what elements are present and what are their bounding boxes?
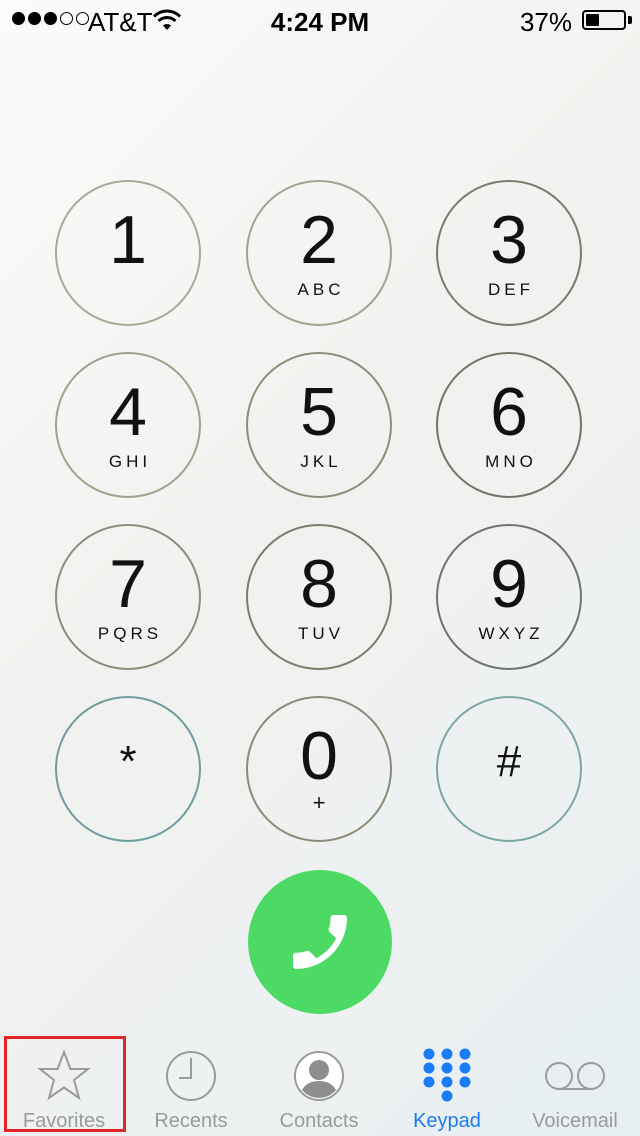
key-8[interactable]: 8 TUV [246, 524, 392, 670]
key-letters: ABC [297, 280, 345, 299]
key-letters: WXYZ [478, 624, 544, 643]
key-letters: DEF [488, 280, 534, 299]
key-digit: * [119, 737, 137, 786]
tab-label: Contacts [279, 1110, 359, 1132]
tab-label: Keypad [413, 1110, 481, 1132]
key-digit: # [496, 737, 522, 786]
key-7[interactable]: 7 PQRS [55, 524, 201, 670]
key-letters: JKL [300, 452, 342, 471]
tab-bar: Favorites Recents Contacts Keypad Voicem… [0, 1036, 640, 1136]
key-letters: TUV [298, 624, 344, 643]
key-hash[interactable]: # [436, 696, 582, 842]
key-0[interactable]: 0 + [246, 696, 392, 842]
key-2[interactable]: 2 ABC [246, 180, 392, 326]
clock-icon [166, 1051, 216, 1101]
key-digit: 7 [109, 546, 147, 622]
keypad-icon [423, 1048, 471, 1102]
tab-recents[interactable]: Recents [127, 1036, 255, 1136]
tab-label: Favorites [22, 1110, 106, 1132]
key-digit: 3 [490, 202, 528, 278]
key-digit: 9 [490, 546, 528, 622]
key-digit: 8 [300, 546, 338, 622]
key-digit: 6 [490, 374, 528, 450]
key-digit: 0 [300, 718, 338, 794]
tab-keypad[interactable]: Keypad [383, 1036, 511, 1136]
key-letters: PQRS [97, 624, 163, 643]
voicemail-icon [545, 1062, 605, 1090]
key-letters: MNO [485, 452, 537, 471]
key-letters: GHI [108, 452, 152, 471]
key-4[interactable]: 4 GHI [55, 352, 201, 498]
call-button[interactable] [248, 870, 392, 1014]
key-digit: 1 [109, 202, 147, 278]
key-1[interactable]: 1 [55, 180, 201, 326]
tab-contacts[interactable]: Contacts [255, 1036, 383, 1136]
key-6[interactable]: 6 MNO [436, 352, 582, 498]
key-star[interactable]: * [55, 696, 201, 842]
key-letters: + [312, 790, 326, 815]
tab-label: Voicemail [532, 1110, 618, 1132]
phone-icon [293, 915, 347, 969]
key-3[interactable]: 3 DEF [436, 180, 582, 326]
tab-voicemail[interactable]: Voicemail [511, 1036, 639, 1136]
key-digit: 2 [300, 202, 338, 278]
tab-label: Recents [154, 1110, 228, 1132]
person-icon [294, 1051, 344, 1101]
key-digit: 5 [300, 374, 338, 450]
dial-keypad: 1 2 ABC 3 DEF 4 GHI 5 JKL 6 MNO 7 PQRS 8… [0, 0, 640, 1000]
key-9[interactable]: 9 WXYZ [436, 524, 582, 670]
key-5[interactable]: 5 JKL [246, 352, 392, 498]
tab-favorites[interactable]: Favorites [0, 1036, 128, 1136]
key-digit: 4 [109, 374, 147, 450]
star-icon [37, 1049, 91, 1101]
